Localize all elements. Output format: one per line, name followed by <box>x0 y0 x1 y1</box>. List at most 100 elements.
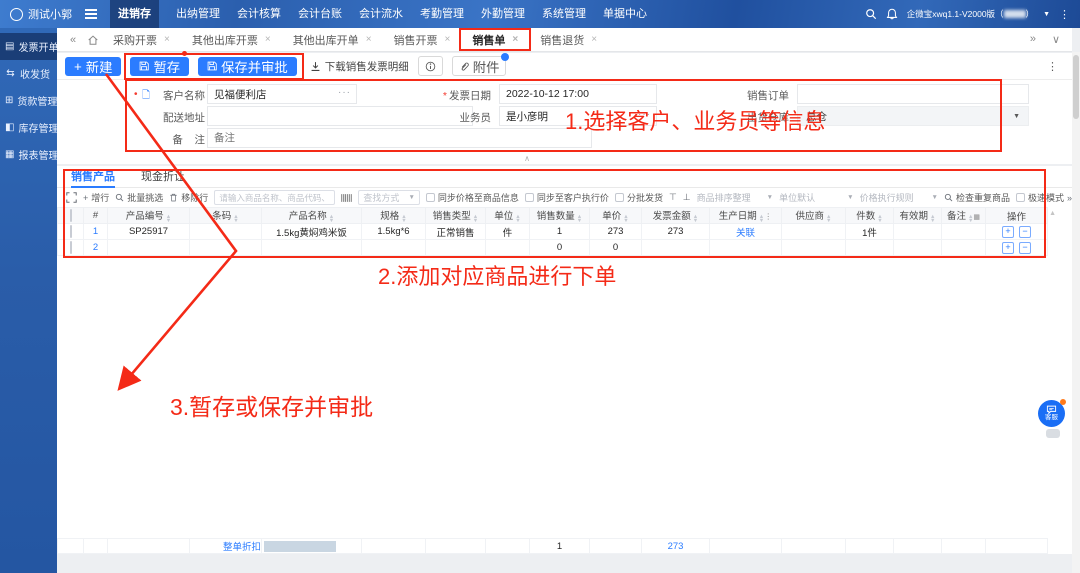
col-product-name[interactable]: 产品名称▲▼ <box>262 208 362 224</box>
account-version[interactable]: 企微宝xwq1.1-V2000版（） <box>907 8 1034 20</box>
scrollbar-thumb[interactable] <box>1073 55 1079 119</box>
table-row[interactable]: 1 SP25917 1.5kg黄焖鸡米饭 1.5kg*6 正常销售 件 1 27… <box>58 224 1048 240</box>
top-menu-item-attendance[interactable]: 考勤管理 <box>420 0 464 28</box>
sort-icon[interactable]: ▲▼ <box>166 216 171 223</box>
fullscreen-icon[interactable] <box>66 192 77 203</box>
top-menu-item-cashier[interactable]: 出纳管理 <box>176 0 220 28</box>
app-logo[interactable]: 测试小郭 <box>10 6 72 22</box>
remove-row-button[interactable]: 移除行 <box>169 191 208 204</box>
checkbox-icon[interactable] <box>1016 193 1025 202</box>
row-remove-button[interactable]: − <box>1019 226 1031 238</box>
picker-ellipsis-icon[interactable]: ··· <box>638 109 651 120</box>
close-icon[interactable]: × <box>591 34 597 45</box>
col-product-code[interactable]: 产品编号▲▼ <box>108 208 190 224</box>
top-menu-item-ledger[interactable]: 会计台账 <box>298 0 342 28</box>
close-icon[interactable]: × <box>512 34 518 45</box>
subtab-cash-discount[interactable]: 现金折让 <box>141 166 185 188</box>
tabs-expand-icon[interactable]: » <box>1030 33 1036 46</box>
sidebar-item-shipping[interactable]: ⇆ 收发货 <box>0 60 57 87</box>
customer-doc-icon[interactable]: 🗋 <box>142 88 150 105</box>
tab-sales-return[interactable]: 销售退货× <box>530 28 609 52</box>
align-bottom-icon[interactable]: ⊥ <box>683 192 691 203</box>
tab-other-outbound-order[interactable]: 其他出库开单× <box>283 28 384 52</box>
sort-icon[interactable]: ▲▼ <box>233 216 238 223</box>
price-rule-select[interactable]: 价格执行规则▼ <box>860 191 938 204</box>
col-spec[interactable]: 规格▲▼ <box>362 208 426 224</box>
col-qty[interactable]: 销售数量▲▼ <box>530 208 590 224</box>
sort-icon[interactable]: ▲▼ <box>577 216 582 223</box>
sort-icon[interactable]: ▲▼ <box>515 216 520 223</box>
close-icon[interactable]: × <box>265 34 271 45</box>
close-icon[interactable]: × <box>445 34 451 45</box>
col-expiry[interactable]: 有效期▲▼ <box>894 208 942 224</box>
customer-service-button[interactable]: 客服 <box>1038 400 1065 427</box>
floating-widget-partial[interactable] <box>1046 429 1060 438</box>
window-scrollbar[interactable] <box>1072 52 1080 573</box>
find-mode-select[interactable]: 查找方式▼ <box>358 190 420 205</box>
remark-field[interactable] <box>207 128 592 148</box>
checkbox-icon[interactable] <box>426 193 435 202</box>
order-discount-label[interactable]: 整单折扣 <box>190 539 262 554</box>
top-menu-item-docs[interactable]: 单据中心 <box>603 0 647 28</box>
sort-icon[interactable]: ▲▼ <box>930 216 935 223</box>
top-menu-item-system[interactable]: 系统管理 <box>542 0 586 28</box>
tab-sales-order[interactable]: 销售单× <box>462 28 530 52</box>
top-menu-item-field[interactable]: 外勤管理 <box>481 0 525 28</box>
picker-ellipsis-icon[interactable]: ··· <box>338 87 351 98</box>
address-field[interactable] <box>207 106 473 126</box>
barcode-icon[interactable] <box>341 193 352 203</box>
row-add-button[interactable]: + <box>1002 226 1014 238</box>
order-discount-input[interactable] <box>264 541 336 552</box>
sync-price-checkbox[interactable]: 同步价格至商品信息 <box>426 191 519 204</box>
add-row-button[interactable]: +增行 <box>83 191 109 204</box>
sidebar-item-report[interactable]: ▦ 报表管理 <box>0 141 57 168</box>
form-collapse-handle[interactable]: ∧ <box>516 155 538 164</box>
row-checkbox[interactable] <box>70 241 72 254</box>
select-all-checkbox[interactable] <box>70 209 72 222</box>
col-pieces[interactable]: 件数▲▼ <box>846 208 894 224</box>
sync-customer-price-checkbox[interactable]: 同步至客户执行价 <box>525 191 609 204</box>
sort-icon[interactable]: ▲▼ <box>329 216 334 223</box>
sort-icon[interactable]: ▲▼ <box>826 216 831 223</box>
tabs-dropdown-icon[interactable]: ∨ <box>1052 33 1060 46</box>
check-duplicate-button[interactable]: 检查重复商品 <box>944 191 1010 204</box>
row-checkbox[interactable] <box>70 225 72 238</box>
col-supplier[interactable]: 供应商▲▼ <box>782 208 846 224</box>
product-search-input[interactable] <box>214 190 335 205</box>
account-caret-icon[interactable]: ▼ <box>1043 11 1050 18</box>
col-barcode[interactable]: 条码▲▼ <box>190 208 262 224</box>
checkbox-icon[interactable] <box>615 193 624 202</box>
tab-sales-invoice[interactable]: 销售开票× <box>384 28 463 52</box>
bell-icon[interactable] <box>886 8 898 20</box>
tab-purchase-invoice[interactable]: 采购开票× <box>103 28 182 52</box>
attachment-button[interactable]: 附件 <box>452 56 507 76</box>
top-menu-item-flow[interactable]: 会计流水 <box>359 0 403 28</box>
sort-icon[interactable]: ▲▼ <box>693 216 698 223</box>
checkbox-icon[interactable] <box>525 193 534 202</box>
row-add-button[interactable]: + <box>1002 242 1014 254</box>
col-price[interactable]: 单价▲▼ <box>590 208 642 224</box>
row-remove-button[interactable]: − <box>1019 242 1031 254</box>
toolbar-more-icon[interactable]: ⋮ <box>1047 60 1072 73</box>
link-associate[interactable]: 关联 <box>710 224 782 240</box>
row-index[interactable]: 1 <box>84 224 108 240</box>
top-menu-item-jxc[interactable]: 进销存 <box>110 0 159 28</box>
new-button[interactable]: + 新建 <box>65 57 121 76</box>
draft-button[interactable]: 暂存 <box>130 57 189 76</box>
sidebar-item-payment[interactable]: ⊞ 货款管理 <box>0 87 57 114</box>
col-sales-type[interactable]: 销售类型▲▼ <box>426 208 486 224</box>
fast-mode-checkbox[interactable]: 极速模式» <box>1016 191 1072 204</box>
search-icon[interactable] <box>865 8 877 20</box>
sales-order-field[interactable] <box>797 84 1029 104</box>
topbar-more-icon[interactable]: ⋮ <box>1059 8 1070 21</box>
row-index[interactable]: 2 <box>84 240 108 256</box>
table-scroll-up-icon[interactable]: ▲ <box>1049 210 1056 217</box>
download-detail-link[interactable]: 下载销售发票明细 <box>310 59 409 74</box>
sidebar-item-inventory[interactable]: ◧ 库存管理 <box>0 114 57 141</box>
col-prod-date[interactable]: 生产日期▲▼⋮ <box>710 208 782 224</box>
col-remark[interactable]: 备注▲▼▦ <box>942 208 986 224</box>
subtab-sales-products[interactable]: 销售产品 <box>71 166 115 188</box>
tab-other-outbound-invoice[interactable]: 其他出库开票× <box>182 28 283 52</box>
save-approve-button[interactable]: 保存并审批 <box>198 57 297 76</box>
invoice-date-field[interactable] <box>499 84 657 104</box>
